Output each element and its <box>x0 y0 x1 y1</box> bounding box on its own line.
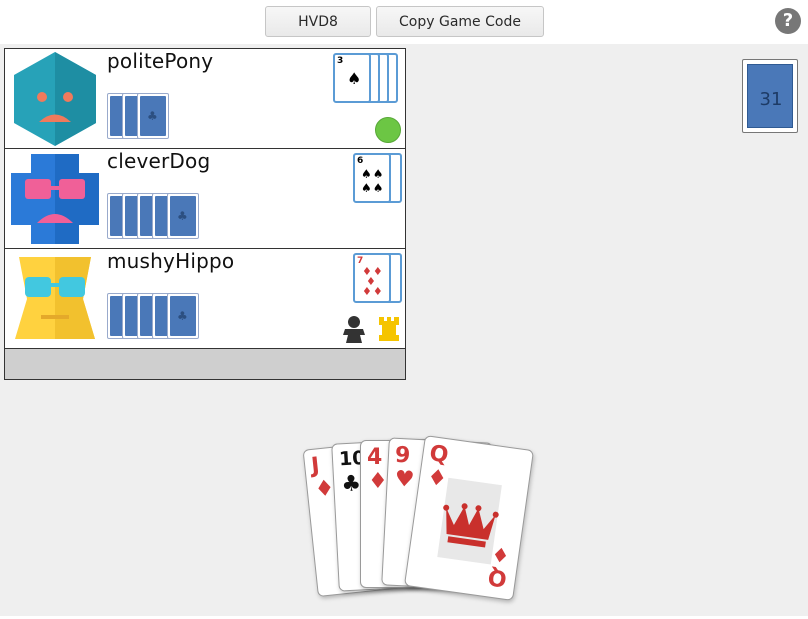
deck-card-back: 31 <box>747 64 793 128</box>
club-icon: ♣ <box>340 471 362 498</box>
green-dot-icon <box>375 117 401 143</box>
rook-icon <box>379 317 399 341</box>
top-played-card: 3 ♠ <box>333 53 371 103</box>
player-name: cleverDog <box>107 149 211 173</box>
card-rank: J <box>310 453 321 479</box>
hexagon-sad-face-avatar-icon <box>14 52 96 146</box>
top-played-card: 7 ♦♦ ♦ ♦♦ <box>353 253 391 303</box>
player-name: mushyHippo <box>107 249 235 273</box>
card-rank: 6 <box>357 156 364 166</box>
deck-count: 31 <box>759 89 783 110</box>
heart-icon: ♥ <box>394 466 416 493</box>
top-played-card: 6 ♠♠ ♠♠ <box>353 153 391 203</box>
spade-icon: ♠♠ <box>361 181 385 195</box>
player-name: politePony <box>107 49 214 73</box>
yellow-sunglasses-avatar-icon <box>15 257 95 339</box>
card-back: ♣ <box>137 93 169 139</box>
game-code-button[interactable]: HVD8 <box>265 6 371 37</box>
spade-icon: ♠ <box>347 69 362 88</box>
diamond-icon: ♦ <box>490 541 512 568</box>
hand-card-queen[interactable]: Q ♦ Q ♦ <box>403 435 535 601</box>
card-rank: 3 <box>337 56 344 66</box>
help-icon[interactable]: ? <box>775 8 801 34</box>
card-rank: 9 <box>394 442 411 469</box>
cross-glasses-avatar-icon <box>11 154 99 244</box>
top-bar: HVD8 Copy Game Code ? <box>0 0 808 44</box>
player-tray <box>5 349 405 379</box>
player-row: mushyHippo ♣ 7 ♦♦ ♦ ♦♦ <box>5 249 405 349</box>
pawn-icon <box>343 316 365 343</box>
card-back: ♣ <box>167 193 199 239</box>
players-panel: politePony ♣ 3 ♠ cleverDog ♣ 6 ♠♠ ♠♠ mus… <box>4 48 406 380</box>
diamond-icon: ♦ <box>368 469 388 494</box>
spade-icon: ♠♠ <box>361 167 385 181</box>
draw-deck[interactable]: 31 <box>742 59 798 133</box>
card-rank: 4 <box>367 445 383 470</box>
diamond-icon: ♦♦ <box>362 285 384 298</box>
played-cards: 7 ♦♦ ♦ ♦♦ <box>353 253 405 303</box>
played-cards: 3 ♠ <box>333 53 403 103</box>
copy-game-code-button[interactable]: Copy Game Code <box>376 6 544 37</box>
played-cards: 6 ♠♠ ♠♠ <box>353 153 405 203</box>
player-row: politePony ♣ 3 ♠ <box>5 49 405 149</box>
player-row: cleverDog ♣ 6 ♠♠ ♠♠ <box>5 149 405 249</box>
card-back: ♣ <box>167 293 199 339</box>
